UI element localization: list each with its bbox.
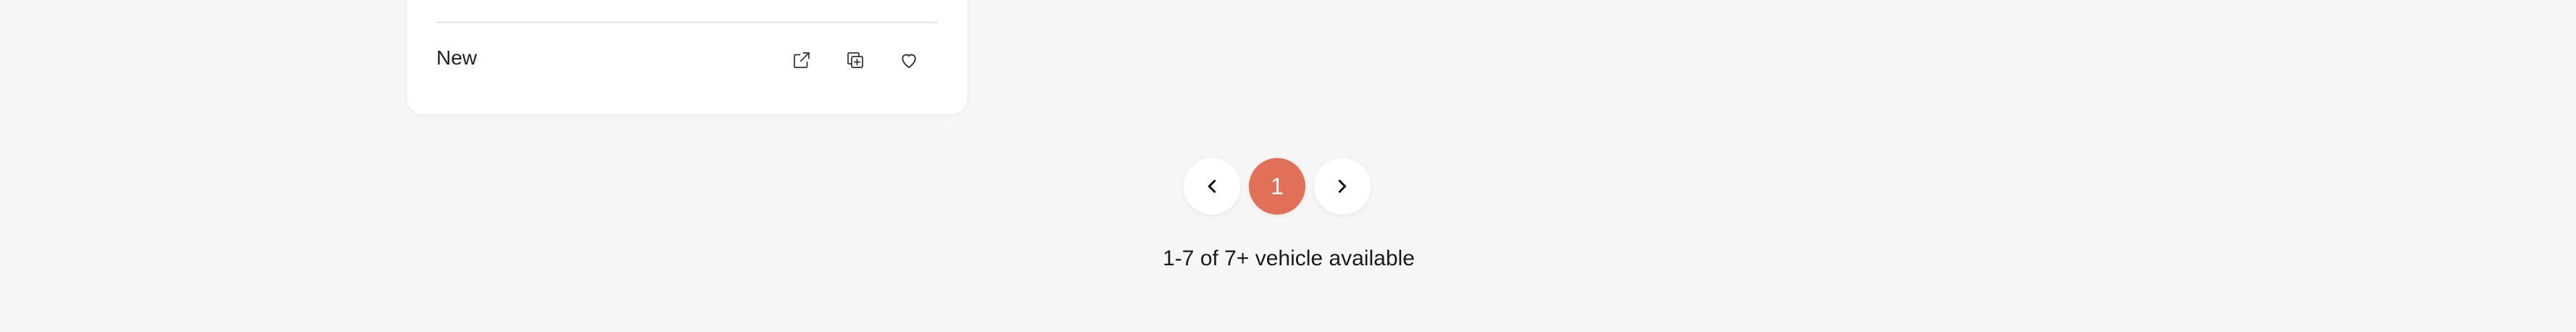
open-external-icon xyxy=(794,52,810,68)
results-summary: 1-7 of 7+ vehicle available xyxy=(1163,246,1415,270)
page-button-current[interactable]: 1 xyxy=(1249,158,1305,215)
favorite-button[interactable] xyxy=(894,46,923,75)
card-divider xyxy=(436,22,938,23)
chevron-right-icon xyxy=(1338,180,1347,193)
compare-icon xyxy=(847,52,863,68)
open-listing-button[interactable] xyxy=(787,46,816,75)
heart-icon xyxy=(902,54,916,68)
previous-page-button[interactable] xyxy=(1184,158,1240,215)
compare-button[interactable] xyxy=(841,46,870,75)
pagination: 1 xyxy=(0,158,2565,215)
chevron-left-icon xyxy=(1208,180,1216,193)
vehicle-condition-label: New xyxy=(436,46,478,69)
vehicle-listing-card: New xyxy=(407,0,967,115)
next-page-button[interactable] xyxy=(1314,158,1371,215)
